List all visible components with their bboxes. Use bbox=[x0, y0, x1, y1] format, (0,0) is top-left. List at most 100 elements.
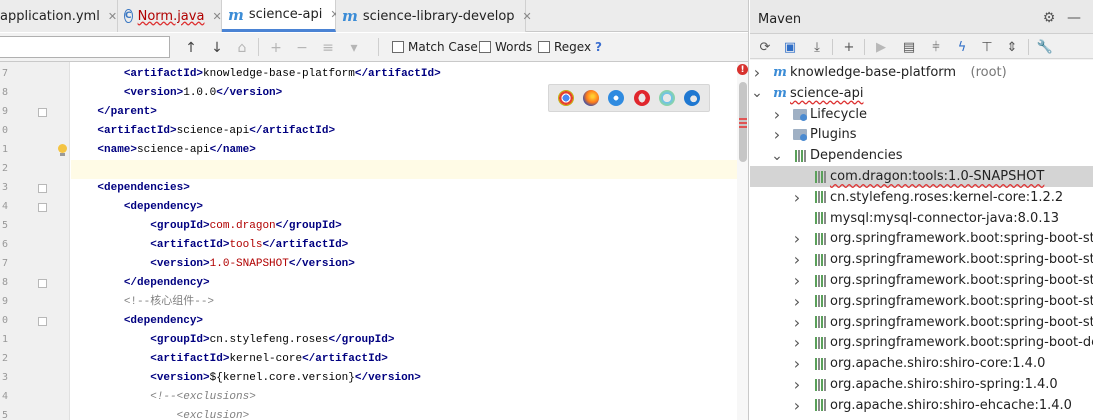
code-line[interactable] bbox=[71, 160, 748, 179]
code-line[interactable]: <artifactId>science-api</artifactId> bbox=[71, 122, 736, 141]
maven-tree-item[interactable]: › cn.stylefeng.roses:kernel-core:1.2.2 bbox=[750, 187, 1093, 208]
fold-marker-icon[interactable] bbox=[38, 184, 47, 193]
filter-icon[interactable]: ▾ bbox=[344, 38, 364, 58]
code-line[interactable]: <!--核心组件--> bbox=[71, 293, 736, 312]
code-line[interactable]: <artifactId>kernel-core</artifactId> bbox=[71, 350, 736, 369]
skip-tests-icon[interactable]: ϟ bbox=[953, 38, 971, 56]
add-occurrence-icon[interactable]: + bbox=[266, 38, 286, 58]
safari-icon[interactable] bbox=[608, 90, 625, 106]
reimport-icon[interactable]: ⟳ bbox=[756, 38, 774, 56]
error-stripe-mark[interactable] bbox=[739, 118, 747, 120]
find-input[interactable] bbox=[0, 36, 170, 58]
execute-goal-icon[interactable]: ▤ bbox=[900, 38, 918, 56]
internet-explorer-icon[interactable] bbox=[658, 90, 675, 106]
opera-icon[interactable] bbox=[633, 90, 650, 106]
remove-occurrence-icon[interactable]: − bbox=[292, 38, 312, 58]
code-line[interactable]: <dependencies> bbox=[71, 179, 736, 198]
maven-tree-item[interactable]: › org.springframework.boot:spring-boot-st… bbox=[750, 270, 1093, 291]
line-number: 2 bbox=[1, 353, 8, 364]
firefox-icon[interactable] bbox=[582, 90, 599, 106]
code-line[interactable]: <dependency> bbox=[71, 198, 736, 217]
chevron-right-icon[interactable]: › bbox=[792, 291, 802, 312]
maven-tree-label: org.springframework.boot:spring-boot-sta… bbox=[830, 314, 1093, 330]
chevron-right-icon[interactable]: › bbox=[792, 312, 802, 333]
generate-sources-icon[interactable]: ▣ bbox=[781, 38, 799, 56]
gear-icon[interactable]: ⚙ bbox=[1041, 10, 1057, 26]
regex-checkbox[interactable]: Regex bbox=[538, 40, 591, 54]
toggle-offline-icon[interactable]: ⫩ bbox=[927, 38, 945, 56]
maven-tree-item[interactable]: › org.apache.shiro:shiro-core:1.4.0 bbox=[750, 353, 1093, 374]
code-area[interactable]: <artifactId>knowledge-base-platform</art… bbox=[71, 62, 748, 420]
lightbulb-icon[interactable] bbox=[57, 144, 67, 156]
maven-tree-item[interactable]: › org.springframework.boot:spring-boot-st… bbox=[750, 228, 1093, 249]
minimize-icon[interactable]: — bbox=[1066, 10, 1082, 26]
code-line[interactable]: <version>1.0-SNAPSHOT</version> bbox=[71, 255, 736, 274]
code-line[interactable]: <artifactId>knowledge-base-platform</art… bbox=[71, 65, 736, 84]
code-line[interactable]: <version>${kernel.core.version}</version… bbox=[71, 369, 736, 388]
maven-tree-item[interactable]: ⌄ Dependencies bbox=[750, 145, 1093, 166]
download-sources-icon[interactable]: ⤓ bbox=[808, 38, 826, 56]
code-line[interactable]: <artifactId>tools</artifactId> bbox=[71, 236, 736, 255]
maven-tree-item[interactable]: › Plugins bbox=[750, 124, 1093, 145]
run-icon[interactable]: ▶ bbox=[872, 38, 890, 56]
maven-tree-item[interactable]: › Lifecycle bbox=[750, 104, 1093, 125]
chevron-right-icon[interactable]: › bbox=[772, 124, 782, 145]
chrome-icon[interactable] bbox=[557, 90, 574, 106]
next-occurrence-icon[interactable]: ↓ bbox=[207, 38, 227, 58]
find-all-icon[interactable]: ⌂ bbox=[232, 38, 252, 58]
maven-tree-item[interactable]: com.dragon:tools:1.0-SNAPSHOT bbox=[750, 166, 1093, 187]
chevron-down-icon[interactable]: ⌄ bbox=[771, 145, 783, 166]
fold-marker-icon[interactable] bbox=[38, 108, 47, 117]
edge-icon[interactable] bbox=[684, 90, 701, 106]
select-all-occurrences-icon[interactable]: ≡ bbox=[318, 38, 338, 58]
editor-tab[interactable]: m science-library-develop ✕ bbox=[336, 0, 532, 32]
maven-tree-item[interactable]: › m knowledge-base-platform (root) bbox=[750, 62, 1093, 83]
chevron-right-icon[interactable]: › bbox=[792, 332, 802, 353]
close-icon[interactable]: ✕ bbox=[212, 10, 221, 23]
show-dependencies-icon[interactable]: ⊤ bbox=[978, 38, 996, 56]
maven-tree-item[interactable]: › org.apache.shiro:shiro-ehcache:1.4.0 bbox=[750, 395, 1093, 416]
regex-help-link[interactable]: ? bbox=[595, 40, 602, 54]
chevron-down-icon[interactable]: ⌄ bbox=[751, 83, 763, 104]
maven-tree-item[interactable]: › org.springframework.boot:spring-boot-st… bbox=[750, 312, 1093, 333]
chevron-right-icon[interactable]: › bbox=[792, 270, 802, 291]
code-line[interactable]: <name>science-api</name> bbox=[71, 141, 736, 160]
editor-tab[interactable]: C Norm.java ✕ bbox=[118, 0, 222, 32]
wrench-icon[interactable]: 🔧 bbox=[1036, 38, 1054, 56]
previous-occurrence-icon[interactable]: ↑ bbox=[181, 38, 201, 58]
chevron-right-icon[interactable]: › bbox=[792, 374, 802, 395]
fold-marker-icon[interactable] bbox=[38, 317, 47, 326]
error-stripe-mark[interactable] bbox=[739, 126, 747, 128]
editor-tab[interactable]: m science-api ✕ bbox=[222, 0, 340, 32]
close-icon[interactable]: ✕ bbox=[108, 10, 117, 23]
chevron-right-icon[interactable]: › bbox=[792, 249, 802, 270]
maven-tree-item[interactable]: › org.springframework.boot:spring-boot-st… bbox=[750, 291, 1093, 312]
code-line[interactable]: <groupId>cn.stylefeng.roses</groupId> bbox=[71, 331, 736, 350]
match-case-checkbox[interactable]: Match Case bbox=[392, 40, 478, 54]
maven-tree-item[interactable]: › org.springframework.boot:spring-boot-de… bbox=[750, 332, 1093, 353]
fold-marker-icon[interactable] bbox=[38, 203, 47, 212]
fold-marker-icon[interactable] bbox=[38, 279, 47, 288]
code-line[interactable]: <exclusion> bbox=[71, 407, 736, 420]
code-line[interactable]: <dependency> bbox=[71, 312, 736, 331]
error-stripe-mark[interactable] bbox=[739, 122, 747, 124]
maven-tree-item[interactable]: mysql:mysql-connector-java:8.0.13 bbox=[750, 208, 1093, 229]
chevron-right-icon[interactable]: › bbox=[792, 395, 802, 416]
chevron-right-icon[interactable]: › bbox=[792, 353, 802, 374]
chevron-right-icon[interactable]: › bbox=[792, 228, 802, 249]
chevron-right-icon[interactable]: › bbox=[792, 187, 802, 208]
add-project-icon[interactable]: + bbox=[840, 38, 858, 56]
chevron-right-icon[interactable]: › bbox=[752, 62, 762, 83]
code-line[interactable]: <!--<exclusions> bbox=[71, 388, 736, 407]
maven-tree-item[interactable]: › org.apache.shiro:shiro-spring:1.4.0 bbox=[750, 374, 1093, 395]
code-line[interactable]: </dependency> bbox=[71, 274, 736, 293]
maven-tree-item[interactable]: ⌄ m science-api bbox=[750, 83, 1093, 104]
chevron-right-icon[interactable]: › bbox=[772, 104, 782, 125]
collapse-all-icon[interactable]: ⇕ bbox=[1003, 38, 1021, 56]
close-icon[interactable]: ✕ bbox=[523, 10, 532, 23]
maven-tree-item[interactable]: › org.springframework.boot:spring-boot-st… bbox=[750, 249, 1093, 270]
words-checkbox[interactable]: Words bbox=[479, 40, 532, 54]
code-line[interactable]: <groupId>com.dragon</groupId> bbox=[71, 217, 736, 236]
error-indicator-icon[interactable]: ! bbox=[737, 64, 748, 75]
editor-tab[interactable]: application.yml ✕ bbox=[0, 0, 118, 32]
